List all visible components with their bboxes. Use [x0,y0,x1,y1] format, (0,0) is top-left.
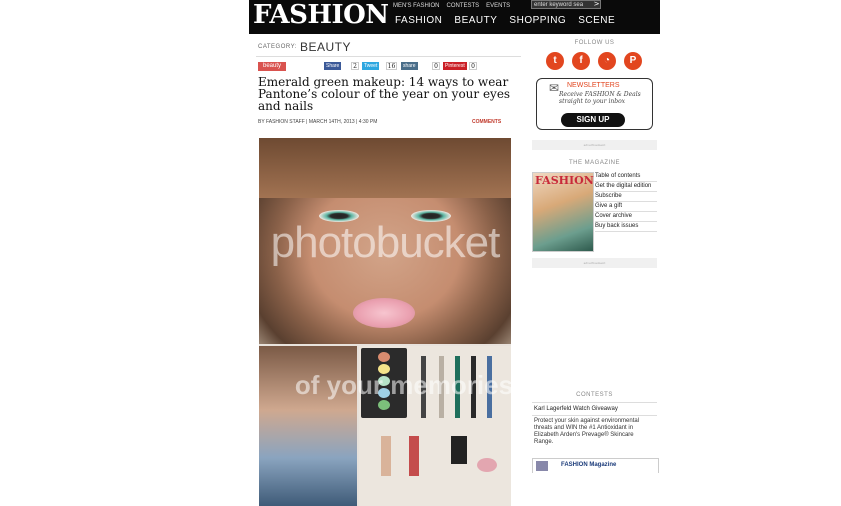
newsletter-subtitle: Receive FASHION & Deals straight to your… [559,91,641,105]
top-link-mens-fashion[interactable]: MEN'S FASHION [393,3,440,9]
share-count: 0 [432,62,440,70]
photobucket-tagline: of your memories [294,370,511,400]
contests-heading: CONTESTS [576,392,613,398]
twitter-icon[interactable]: t [546,52,564,70]
envelope-icon: ✉ [549,81,560,95]
comments-link[interactable]: COMMENTS [472,119,501,125]
pinterest-button[interactable]: Pinterest [443,62,467,70]
search-input[interactable]: enter keyword sea [531,0,601,9]
link-subscribe[interactable]: Subscribe [595,192,657,202]
palette-shade [378,400,390,410]
contest-title[interactable]: Karl Lagerfeld Watch Giveaway [534,406,618,412]
link-give-a-gift[interactable]: Give a gift [595,202,657,212]
link-table-of-contents[interactable]: Table of contents [595,172,657,182]
tweet-count: 16 [386,62,397,70]
ad-label-2: advertisement [532,258,657,268]
palette-shade [378,352,390,362]
tweet-button[interactable]: Tweet [362,62,380,70]
pinterest-count: 0 [469,62,477,70]
cover-title: FASHION [535,174,594,187]
facebook-page-avatar [536,461,548,471]
nav-fashion[interactable]: FASHION [395,15,442,26]
search-button[interactable]: > [592,0,601,9]
divider [532,415,657,416]
category-bar: CATEGORY: BEAUTY [256,38,521,57]
article-byline: BY FASHION STAFF | MARCH 14TH, 2013 | 4:… [258,119,378,125]
site-header: FASHION MEN'S FASHION CONTESTS EVENTS en… [249,0,660,34]
mascara-tube [451,436,467,464]
facebook-share-count: 2 [351,62,359,70]
nav-scene[interactable]: SCENE [578,15,615,26]
link-digital-edition[interactable]: Get the digital edition [595,182,657,192]
top-link-events[interactable]: EVENTS [486,3,510,9]
main-nav: FASHION BEAUTY SHOPPING SCENE [395,15,615,26]
rss-icon[interactable]: ◔ [598,52,616,70]
top-links: MEN'S FASHION CONTESTS EVENTS [393,3,510,9]
newsletter-box: ✉ NEWSLETTERS Receive FASHION & Deals st… [536,78,653,130]
divider [532,402,657,403]
blush-compact [477,458,497,472]
nav-shopping[interactable]: SHOPPING [509,15,566,26]
top-link-contests[interactable]: CONTESTS [447,3,480,9]
magazine-cover[interactable]: FASHION [532,172,594,252]
facebook-share-button[interactable]: Share [324,62,342,70]
foundation-tube [381,436,391,476]
magazine-heading: THE MAGAZINE [568,160,620,166]
category-name[interactable]: BEAUTY [300,40,351,54]
page: FASHION MEN'S FASHION CONTESTS EVENTS en… [249,0,660,506]
article-photo: photobucket of your memories [259,138,511,506]
link-cover-archive[interactable]: Cover archive [595,212,657,222]
lipstick-tube [409,436,419,476]
follow-us-heading: FOLLOW US [574,40,615,46]
site-logo[interactable]: FASHION [253,0,389,30]
article-title: Emerald green makeup: 14 ways to wear Pa… [258,75,511,113]
link-back-issues[interactable]: Buy back issues [595,222,657,232]
facebook-page-name[interactable]: FASHION Magazine [561,462,616,468]
nav-beauty[interactable]: BEAUTY [454,15,497,26]
sign-up-button[interactable]: SIGN UP [561,113,625,127]
newsletter-title: NEWSLETTERS [567,82,620,89]
hair-area [259,138,511,198]
photobucket-watermark: photobucket [270,218,501,267]
beauty-tag[interactable]: beauty [258,62,286,71]
lips [353,298,415,328]
share-button[interactable]: share [401,62,418,70]
facebook-icon[interactable]: f [572,52,590,70]
ad-label: advertisement [532,140,657,150]
category-label: CATEGORY: [258,44,297,50]
contest-description[interactable]: Protect your skin against environmental … [534,418,654,446]
pinterest-icon[interactable]: P [624,52,642,70]
magazine-links: Table of contents Get the digital editio… [595,172,657,232]
facebook-like-box[interactable]: FASHION Magazine [532,458,659,473]
